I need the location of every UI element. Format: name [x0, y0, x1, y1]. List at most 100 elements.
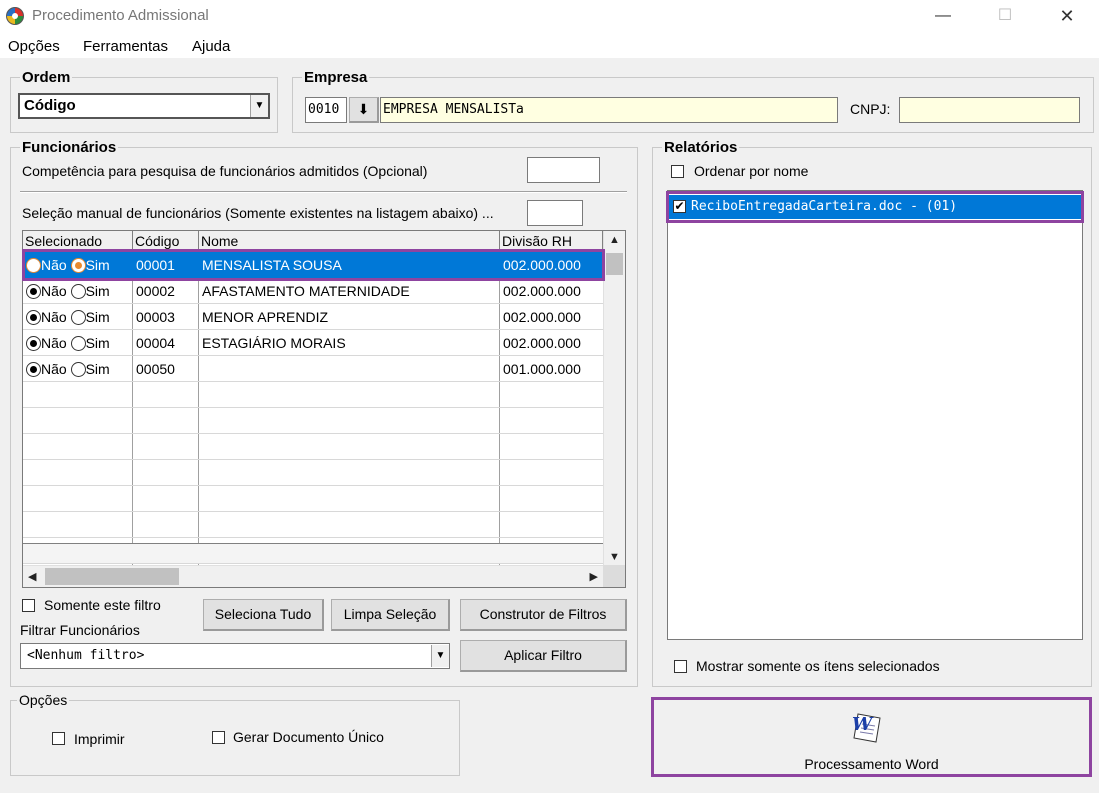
ordem-label: Ordem: [20, 69, 73, 86]
row-nome: ESTAGIÁRIO MORAIS: [202, 335, 346, 351]
scroll-down-icon[interactable]: ▼: [609, 551, 620, 563]
gerar-unico-label: Gerar Documento Único: [233, 729, 384, 745]
chevron-down-icon[interactable]: ▼: [250, 95, 268, 117]
grid-row-line: [23, 459, 603, 460]
menu-ferramentas[interactable]: Ferramentas: [83, 38, 168, 55]
competencia-input[interactable]: [527, 157, 600, 183]
minimize-button[interactable]: —: [920, 2, 966, 30]
selecao-manual-label: Seleção manual de funcionários (Somente …: [22, 205, 494, 221]
filtro-selected: <Nenhum filtro>: [27, 648, 145, 663]
close-button[interactable]: ✕: [1044, 2, 1090, 30]
radio-nao-label: Não: [41, 283, 67, 299]
aplicar-filtro-button[interactable]: Aplicar Filtro: [460, 640, 627, 672]
radio-sim[interactable]: [70, 336, 86, 351]
opcoes-label: Opções: [17, 692, 70, 708]
radio-sim-label: Sim: [85, 361, 110, 377]
window-title: Procedimento Admissional: [32, 7, 209, 24]
radio-sim-label: Sim: [85, 309, 110, 325]
somente-filtro-checkbox[interactable]: [22, 599, 35, 612]
radio-nao[interactable]: [26, 336, 41, 351]
table-row[interactable]: Não Sim 00004 ESTAGIÁRIO MORAIS 002.000.…: [23, 330, 603, 356]
radio-sim[interactable]: [70, 310, 86, 325]
grid-row-line: [23, 485, 603, 486]
row-selecionado: Não Sim: [23, 356, 133, 382]
ordenar-nome-label: Ordenar por nome: [694, 163, 809, 179]
ordenar-nome-checkbox[interactable]: [671, 165, 684, 178]
header-codigo[interactable]: Código: [133, 231, 199, 251]
scroll-right-icon[interactable]: ▶: [590, 570, 598, 583]
grid-footer-row: [23, 543, 603, 563]
radio-nao[interactable]: [26, 310, 41, 325]
header-nome[interactable]: Nome: [199, 231, 500, 251]
menu-ajuda[interactable]: Ajuda: [192, 38, 230, 55]
divider: [20, 191, 627, 193]
chevron-down-icon[interactable]: ▼: [431, 645, 449, 667]
scroll-up-icon[interactable]: ▲: [609, 234, 620, 246]
scroll-corner: [603, 565, 625, 587]
employee-grid[interactable]: Selecionado Código Nome Divisão RH Não S…: [22, 230, 626, 588]
grid-row-line: [23, 433, 603, 434]
row-nome: MENOR APRENDIZ: [202, 309, 329, 325]
radio-nao-label: Não: [41, 361, 67, 377]
horizontal-scrollbar[interactable]: ◀ ▶: [23, 565, 603, 587]
header-divisao[interactable]: Divisão RH: [500, 231, 603, 251]
row-nome: [199, 356, 500, 382]
empresa-name-field[interactable]: EMPRESA MENSALISTa: [380, 97, 838, 123]
download-icon[interactable]: ⬇: [349, 97, 379, 123]
imprimir-label: Imprimir: [74, 731, 125, 747]
row-codigo: 00003: [136, 309, 175, 325]
limpa-selecao-button[interactable]: Limpa Seleção: [331, 599, 450, 631]
seleciona-tudo-button[interactable]: Seleciona Tudo: [203, 599, 324, 631]
row-divisao: 002.000.000: [503, 283, 581, 299]
grid-row-line: [23, 537, 603, 538]
processamento-word-label: Processamento Word: [804, 756, 939, 772]
word-document-icon: W: [850, 710, 884, 744]
row-selecionado: Não Sim: [23, 304, 133, 330]
filtro-select[interactable]: <Nenhum filtro> ▼: [20, 643, 450, 669]
mostrar-selecionados-label: Mostrar somente os ítens selecionados: [696, 658, 940, 674]
processamento-word-button[interactable]: W Processamento Word: [651, 697, 1092, 777]
cnpj-field[interactable]: [899, 97, 1080, 123]
radio-sim[interactable]: [70, 284, 86, 299]
ordem-select[interactable]: Código ▼: [18, 93, 270, 119]
mostrar-selecionados-checkbox[interactable]: [674, 660, 687, 673]
radio-sim[interactable]: [70, 362, 86, 377]
table-row[interactable]: Não Sim 00050 001.000.000: [23, 356, 603, 382]
relatorio-highlight-box: [666, 191, 1084, 223]
selecao-manual-input[interactable]: [527, 200, 583, 226]
competencia-label: Competência para pesquisa de funcionário…: [22, 163, 428, 179]
funcionarios-label: Funcionários: [20, 139, 119, 156]
radio-nao[interactable]: [26, 284, 41, 299]
svg-text:W: W: [852, 714, 874, 735]
row-highlight-box: [22, 249, 605, 281]
scroll-thumb-h[interactable]: [45, 568, 179, 585]
menu-opcoes[interactable]: Opções: [8, 38, 60, 55]
table-row[interactable]: Não Sim 00002 AFASTAMENTO MATERNIDADE 00…: [23, 278, 603, 304]
construtor-filtros-button[interactable]: Construtor de Filtros: [460, 599, 627, 631]
app-icon: [6, 7, 24, 25]
scroll-left-icon[interactable]: ◀: [28, 570, 36, 583]
imprimir-checkbox[interactable]: [52, 732, 65, 745]
row-selecionado: Não Sim: [23, 278, 133, 304]
row-codigo: 00004: [136, 335, 175, 351]
vertical-scrollbar[interactable]: ▲ ▼: [603, 231, 625, 566]
radio-nao-label: Não: [41, 335, 67, 351]
empresa-code-input[interactable]: 0010: [305, 97, 347, 123]
table-row[interactable]: Não Sim 00003 MENOR APRENDIZ 002.000.000: [23, 304, 603, 330]
somente-filtro-label: Somente este filtro: [44, 597, 161, 613]
grid-row-line: [23, 511, 603, 512]
row-divisao: 002.000.000: [503, 309, 581, 325]
radio-nao[interactable]: [26, 362, 41, 377]
gerar-unico-checkbox[interactable]: [212, 731, 225, 744]
maximize-button[interactable]: ☐: [982, 2, 1028, 30]
header-selecionado[interactable]: Selecionado: [23, 231, 133, 251]
radio-nao-label: Não: [41, 309, 67, 325]
radio-sim-label: Sim: [85, 283, 110, 299]
filtrar-funcionarios-label: Filtrar Funcionários: [20, 622, 140, 638]
grid-row-line: [23, 407, 603, 408]
relatorios-list[interactable]: [667, 190, 1083, 640]
empresa-label: Empresa: [302, 69, 370, 86]
scroll-thumb[interactable]: [606, 253, 623, 275]
row-divisao: 002.000.000: [503, 335, 581, 351]
row-codigo: 00050: [136, 361, 175, 377]
